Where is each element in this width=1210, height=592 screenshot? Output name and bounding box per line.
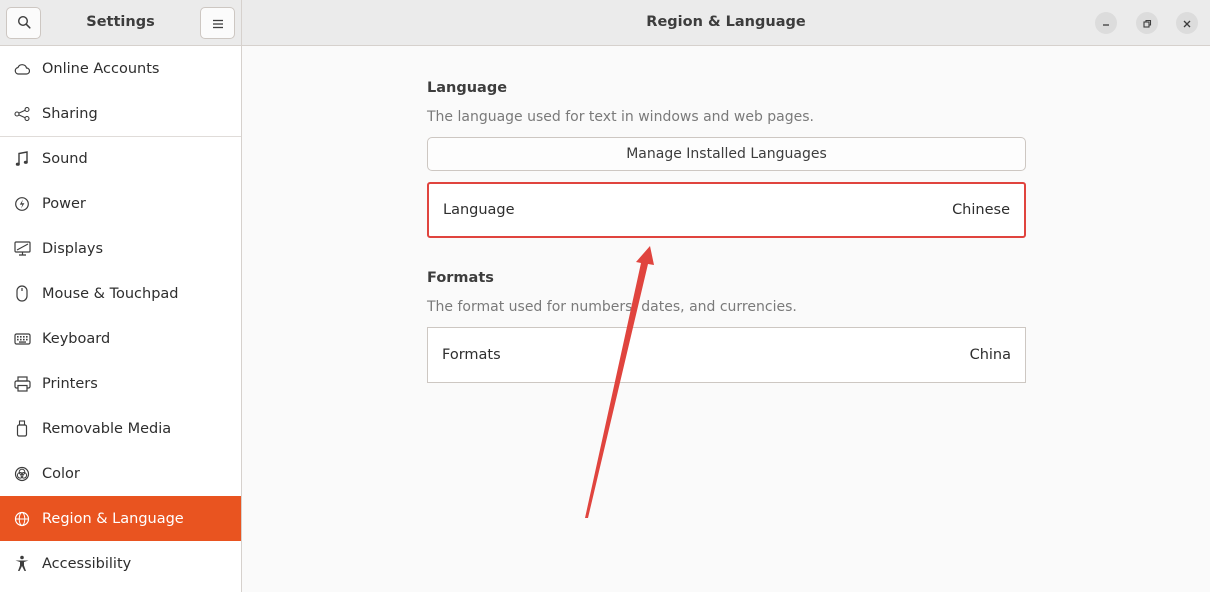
formats-row-value: China xyxy=(969,347,1011,363)
sidebar-item-sharing[interactable]: Sharing xyxy=(0,91,241,136)
sidebar-item-mouse-touchpad[interactable]: Mouse & Touchpad xyxy=(0,271,241,316)
main-content: Language The language used for text in w… xyxy=(242,47,1210,592)
sidebar-item-label: Removable Media xyxy=(42,420,172,437)
printer-icon xyxy=(13,375,31,393)
sidebar-item-displays[interactable]: Displays xyxy=(0,226,241,271)
sidebar-item-printers[interactable]: Printers xyxy=(0,361,241,406)
cloud-icon xyxy=(13,60,31,78)
sidebar-item-label: Sharing xyxy=(42,105,98,122)
sidebar: Settings Online Accounts Sharing Sound P… xyxy=(0,0,242,592)
minimize-button[interactable] xyxy=(1095,12,1117,34)
power-icon xyxy=(13,195,31,213)
sidebar-item-label: Power xyxy=(42,195,86,212)
sidebar-item-sound[interactable]: Sound xyxy=(0,136,241,181)
formats-section-title: Formats xyxy=(427,270,494,286)
sidebar-item-keyboard[interactable]: Keyboard xyxy=(0,316,241,361)
maximize-button[interactable] xyxy=(1136,12,1158,34)
language-row-label: Language xyxy=(443,202,515,218)
sidebar-item-label: Keyboard xyxy=(42,330,111,347)
globe-icon xyxy=(13,510,31,528)
sidebar-item-region-language[interactable]: Region & Language xyxy=(0,496,241,541)
color-icon xyxy=(13,465,31,483)
display-icon xyxy=(13,240,31,258)
hamburger-icon xyxy=(212,14,224,33)
sidebar-nav: Online Accounts Sharing Sound Power Disp… xyxy=(0,46,241,586)
accessibility-icon xyxy=(13,555,31,573)
music-note-icon xyxy=(13,150,31,168)
formats-section-description: The format used for numbers, dates, and … xyxy=(427,299,797,315)
sidebar-item-label: Mouse & Touchpad xyxy=(42,285,179,302)
sidebar-header: Settings xyxy=(0,0,241,46)
formats-row[interactable]: Formats China xyxy=(427,327,1026,383)
sidebar-item-label: Region & Language xyxy=(42,510,184,527)
sidebar-item-power[interactable]: Power xyxy=(0,181,241,226)
sidebar-item-accessibility[interactable]: Accessibility xyxy=(0,541,241,586)
language-section-title: Language xyxy=(427,80,508,96)
close-button[interactable] xyxy=(1176,12,1198,34)
close-icon xyxy=(1182,14,1192,33)
sidebar-item-removable-media[interactable]: Removable Media xyxy=(0,406,241,451)
sidebar-item-label: Printers xyxy=(42,375,98,392)
sidebar-item-label: Accessibility xyxy=(42,555,132,572)
mouse-icon xyxy=(13,285,31,303)
page-title: Region & Language xyxy=(646,14,806,30)
language-section-description: The language used for text in windows an… xyxy=(427,109,814,125)
sidebar-item-label: Displays xyxy=(42,240,104,257)
language-row[interactable]: Language Chinese xyxy=(427,182,1026,238)
formats-row-label: Formats xyxy=(442,347,501,363)
menu-button[interactable] xyxy=(200,7,235,39)
manage-installed-languages-button[interactable]: Manage Installed Languages xyxy=(427,137,1026,171)
sidebar-item-label: Sound xyxy=(42,151,88,167)
main-header: Region & Language xyxy=(242,0,1210,46)
sidebar-item-online-accounts[interactable]: Online Accounts xyxy=(0,46,241,91)
share-icon xyxy=(13,105,31,123)
minimize-icon xyxy=(1101,14,1111,33)
sidebar-item-label: Color xyxy=(42,465,80,482)
language-row-value: Chinese xyxy=(952,202,1010,218)
usb-drive-icon xyxy=(13,420,31,438)
sidebar-item-label: Online Accounts xyxy=(42,60,160,77)
restore-icon xyxy=(1142,14,1152,33)
sidebar-item-color[interactable]: Color xyxy=(0,451,241,496)
keyboard-icon xyxy=(13,330,31,348)
